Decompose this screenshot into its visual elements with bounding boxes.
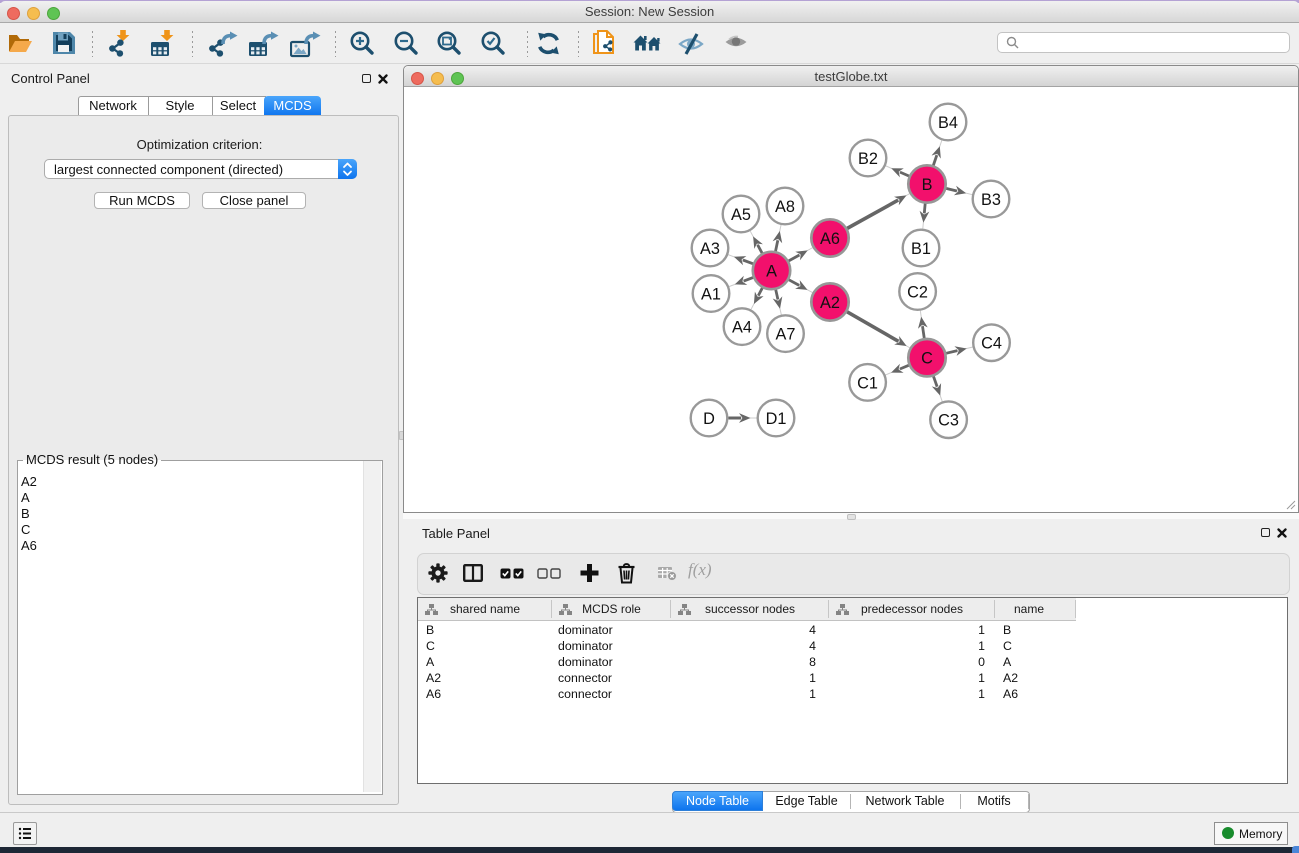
svg-text:B4: B4 [938, 114, 958, 132]
svg-text:A4: A4 [732, 319, 752, 337]
svg-text:A1: A1 [701, 286, 721, 304]
svg-text:A: A [766, 263, 777, 281]
svg-text:C1: C1 [857, 374, 878, 392]
svg-text:B2: B2 [858, 150, 878, 168]
svg-text:A5: A5 [731, 206, 751, 224]
svg-text:A7: A7 [776, 326, 796, 344]
svg-text:A6: A6 [820, 230, 840, 248]
svg-text:C: C [921, 350, 933, 368]
svg-text:C4: C4 [981, 335, 1002, 353]
svg-text:B1: B1 [911, 240, 931, 258]
svg-text:A3: A3 [700, 240, 720, 258]
svg-text:C3: C3 [938, 412, 959, 430]
svg-text:A8: A8 [775, 198, 795, 216]
svg-text:D1: D1 [766, 410, 787, 428]
svg-text:B3: B3 [981, 191, 1001, 209]
svg-text:A2: A2 [820, 294, 840, 312]
svg-text:C2: C2 [907, 284, 928, 302]
svg-text:B: B [922, 176, 933, 194]
svg-text:D: D [703, 410, 715, 428]
